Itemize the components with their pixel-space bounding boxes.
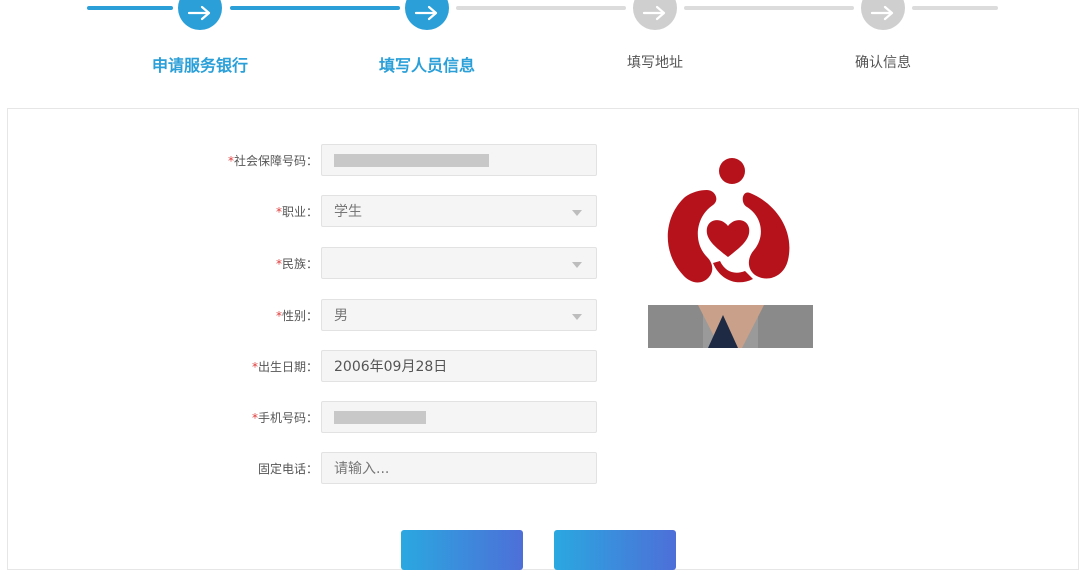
social-security-input[interactable]	[321, 144, 597, 176]
masked-value	[334, 411, 426, 424]
birthdate-input[interactable]: 2006年09月28日	[321, 350, 597, 382]
social-security-label: *社会保障号码：	[227, 154, 318, 168]
heart-logo-icon	[667, 158, 790, 283]
chevron-down-icon	[572, 314, 582, 320]
arrow-right-icon	[414, 5, 438, 21]
step-connector	[912, 6, 998, 10]
step-1-label: 申请服务银行	[151, 56, 248, 75]
occupation-row: *职业： 学生	[0, 195, 640, 229]
required-marker: *	[275, 257, 282, 271]
gender-value: 男	[334, 308, 348, 324]
ethnicity-select[interactable]	[321, 247, 597, 279]
step-4-label: 确认信息	[855, 55, 911, 71]
step-connector	[456, 6, 626, 10]
step-3-label: 填写地址	[627, 55, 683, 71]
step-connector	[230, 6, 400, 10]
landline-label: 固定电话：	[257, 462, 318, 476]
step-3-icon	[633, 0, 677, 30]
ethnicity-row: *民族：	[0, 247, 640, 281]
previous-button[interactable]	[401, 530, 523, 570]
ethnicity-label: *民族：	[275, 257, 318, 271]
step-4-icon	[861, 0, 905, 30]
landline-input[interactable]: 请输入...	[321, 452, 597, 484]
required-marker: *	[275, 309, 282, 323]
masked-value	[334, 154, 489, 167]
chevron-down-icon	[572, 210, 582, 216]
arrow-right-icon	[187, 5, 211, 21]
next-button[interactable]	[554, 530, 676, 570]
required-marker: *	[251, 411, 258, 425]
occupation-select[interactable]: 学生	[321, 195, 597, 227]
gender-row: *性别： 男	[0, 299, 640, 333]
social-security-row: *社会保障号码：	[0, 144, 640, 178]
mobile-input[interactable]	[321, 401, 597, 433]
progress-stepper: 申请服务银行 填写人员信息 填写地址 确认信息	[0, 0, 1080, 100]
user-photo	[648, 305, 813, 348]
step-connector	[87, 6, 173, 10]
arrow-right-icon	[870, 5, 894, 21]
occupation-label: *职业：	[275, 205, 318, 219]
gender-label: *性别：	[275, 309, 318, 323]
occupation-value: 学生	[334, 204, 362, 220]
arrow-right-icon	[642, 5, 666, 21]
gender-select[interactable]: 男	[321, 299, 597, 331]
birthdate-row: *出生日期： 2006年09月28日	[0, 350, 640, 384]
step-1-icon	[178, 0, 222, 30]
required-marker: *	[227, 154, 234, 168]
required-marker: *	[251, 360, 258, 374]
required-marker: *	[275, 205, 282, 219]
portrait-image	[648, 305, 813, 348]
mobile-label: *手机号码：	[251, 411, 318, 425]
step-connector	[684, 6, 854, 10]
step-2-icon	[405, 0, 449, 30]
step-2-label: 填写人员信息	[378, 56, 475, 75]
landline-row: 固定电话： 请输入...	[0, 452, 640, 486]
birthdate-label: *出生日期：	[251, 360, 318, 374]
mobile-row: *手机号码：	[0, 401, 640, 435]
chevron-down-icon	[572, 262, 582, 268]
